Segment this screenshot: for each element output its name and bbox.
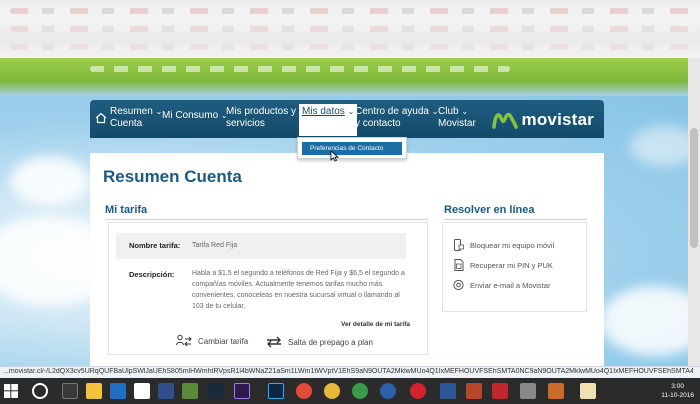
chrome-icon[interactable] [296, 383, 312, 399]
cambiar-tarifa-label: Cambiar tarifa [198, 336, 249, 346]
premiere-icon[interactable] [234, 383, 250, 399]
nav-centro-label-2: y contacto [355, 118, 401, 129]
windows-taskbar: 3:00 11-10-2016 [0, 378, 700, 404]
header-green-band [0, 58, 700, 96]
notepad-icon[interactable] [134, 383, 150, 399]
photoshop-icon[interactable] [268, 383, 284, 399]
movistar-logo-text: movistar [521, 110, 594, 129]
nav-centro-label: Centro de ayuda [355, 106, 429, 117]
resolver-heading: Resolver en línea [444, 204, 535, 216]
nav-resumen-label: Resumen [110, 106, 153, 117]
bloquear-equipo-label: Bloquear mi equipo móvil [470, 240, 555, 250]
home-icon[interactable] [95, 112, 107, 124]
nav-centro-ayuda[interactable]: Centro de ayuda ⌄ y contacto [355, 106, 438, 130]
app-icon-6[interactable] [580, 383, 596, 399]
descripcion-label: Descripción: [129, 270, 175, 279]
nav-mis-productos[interactable]: Mis productos y ⌄ servicios [226, 106, 306, 130]
chrome-icon-4[interactable] [380, 383, 396, 399]
app-icon-4[interactable] [520, 383, 536, 399]
page-title: Resumen Cuenta [103, 167, 242, 186]
tarifa-panel: Nombre tarifa: Tarifa Red Fija Descripci… [108, 222, 428, 355]
resolver-panel: Bloquear mi equipo móvil Recuperar mi PI… [442, 222, 587, 312]
browser-status-bar: ...movistar.cl/-/L2dQX3cv5URqQUFBaUlpSWl… [0, 366, 700, 378]
browser-chrome-blurred [0, 0, 700, 58]
main-content-card: Resumen Cuenta Mi tarifa Nombre tarifa: … [90, 153, 604, 366]
task-view-icon[interactable] [32, 383, 48, 399]
blurred-header-links [90, 66, 510, 72]
at-sign-icon [453, 279, 464, 291]
descripcion-value: Habla a $1,5 el segundo a teléfonos de R… [192, 270, 405, 310]
sim-card-icon [454, 259, 464, 271]
nav-club-label-2: Movistar [438, 118, 476, 129]
scrollbar-thumb[interactable] [690, 128, 698, 248]
nombre-tarifa-label: Nombre tarifa: [129, 241, 181, 250]
mi-tarifa-divider [105, 219, 428, 220]
preferencias-contacto-item[interactable]: Preferencias de Contacto [302, 142, 402, 155]
nav-mis-datos-label: Mis datos [302, 106, 345, 117]
clock-time: 3:00 [671, 383, 684, 390]
chevron-down-icon: ⌄ [347, 107, 355, 116]
blurred-toolbar [10, 26, 690, 32]
nav-mi-consumo[interactable]: Mi Consumo ⌄ [162, 110, 228, 122]
nav-resumen-cuenta[interactable]: Resumen ⌄ Cuenta [110, 106, 162, 130]
acrobat-icon[interactable] [492, 383, 508, 399]
mi-tarifa-heading: Mi tarifa [105, 204, 148, 216]
swap-arrows-icon [267, 336, 281, 348]
system-clock[interactable]: 3:00 11-10-2016 [661, 382, 694, 400]
chrome-icon-2[interactable] [324, 383, 340, 399]
main-nav-bar: Resumen ⌄ Cuenta Mi Consumo ⌄ Mis produc… [90, 100, 604, 138]
phone-lock-icon [454, 239, 464, 251]
blurred-tabs [10, 8, 690, 14]
chevron-down-icon: ⌄ [461, 107, 469, 116]
word-icon[interactable] [440, 383, 456, 399]
file-explorer-icon[interactable] [86, 383, 102, 399]
nav-productos-label-2: servicios [226, 118, 265, 129]
nav-resumen-label-2: Cuenta [110, 118, 143, 129]
bloquear-equipo-link[interactable]: Bloquear mi equipo móvil [453, 239, 554, 251]
opera-icon[interactable] [410, 383, 426, 399]
mis-datos-dropdown: Preferencias de Contacto [297, 137, 407, 159]
app-icon[interactable] [158, 383, 174, 399]
chrome-icon-3[interactable] [352, 383, 368, 399]
blurred-bookmarks [10, 44, 690, 50]
store-icon[interactable] [110, 383, 126, 399]
movistar-m-icon [491, 112, 518, 129]
windows-start-icon[interactable] [4, 384, 18, 398]
salta-prepago-button[interactable]: Salta de prepago a plan [265, 335, 373, 349]
powerpoint-icon[interactable] [466, 383, 482, 399]
mouse-cursor-icon [330, 150, 339, 162]
clock-date: 11-10-2016 [661, 392, 694, 399]
app-icon-5[interactable] [548, 383, 564, 399]
app-icon-2[interactable] [182, 383, 198, 399]
app-icon-3[interactable] [208, 383, 224, 399]
cambiar-tarifa-button[interactable]: Cambiar tarifa [175, 334, 248, 348]
nombre-tarifa-value: Tarifa Red Fija [192, 242, 238, 249]
recuperar-pin-label: Recuperar mi PIN y PUK [470, 260, 553, 270]
salta-prepago-label: Salta de prepago a plan [288, 337, 373, 347]
ver-detalle-tarifa-link[interactable]: Ver detalle de mi tarifa [341, 321, 410, 328]
people-swap-icon [176, 334, 192, 347]
nav-mis-datos[interactable]: Mis datos ⌄ [299, 104, 358, 136]
nav-club-label: Club [438, 106, 459, 117]
enviar-email-label: Enviar e-mail a Movistar [470, 280, 551, 290]
page-scrollbar[interactable] [688, 58, 700, 366]
nav-productos-label: Mis productos y [226, 106, 297, 117]
recuperar-pin-link[interactable]: Recuperar mi PIN y PUK [453, 259, 553, 271]
enviar-email-link[interactable]: Enviar e-mail a Movistar [453, 279, 550, 291]
status-url-text: ...movistar.cl/-/L2dQX3cv5URqQUFBaUlpSWl… [3, 368, 693, 375]
movistar-logo[interactable]: movistar [491, 110, 594, 130]
resolver-divider [444, 219, 587, 220]
nav-mi-consumo-label: Mi Consumo [162, 110, 219, 121]
folder-icon[interactable] [62, 383, 78, 399]
nav-club-movistar[interactable]: Club ⌄ Movistar [438, 106, 476, 130]
